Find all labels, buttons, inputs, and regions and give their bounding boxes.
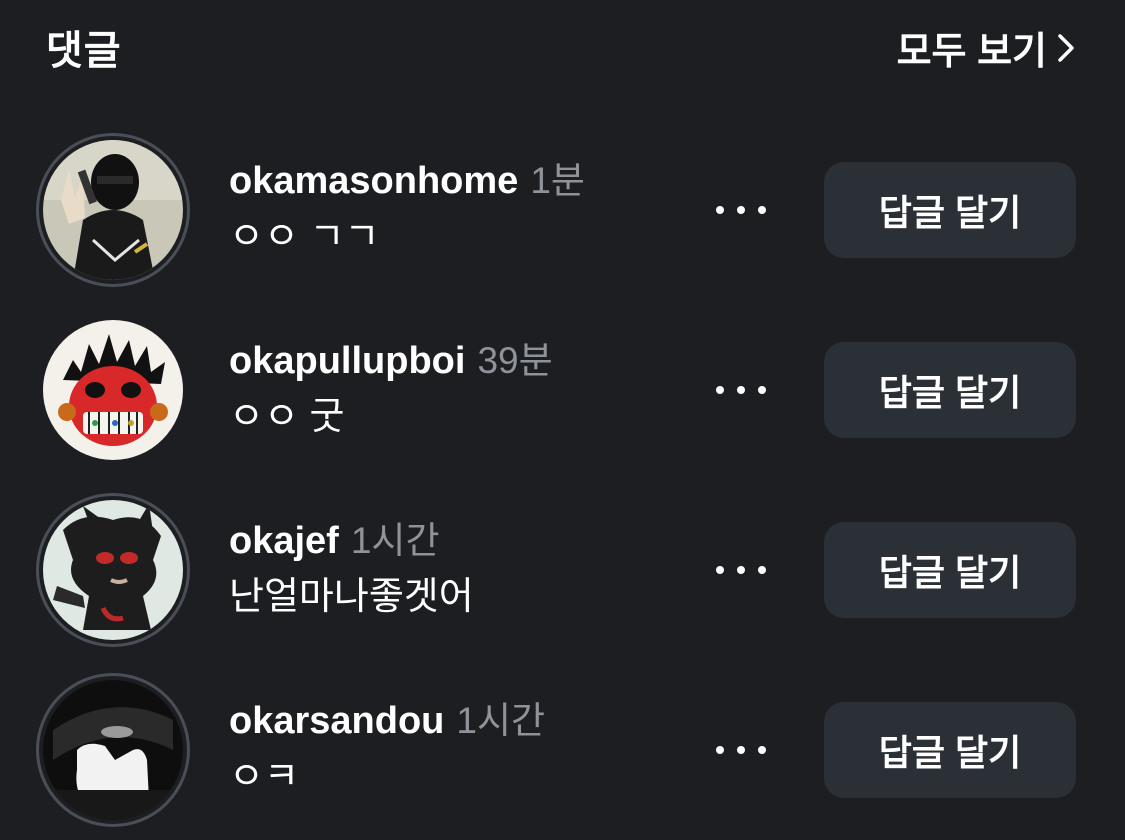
username[interactable]: okamasonhome bbox=[229, 160, 518, 202]
comment-time: 39분 bbox=[477, 340, 553, 381]
comment-time: 1분 bbox=[530, 160, 585, 201]
avatar[interactable] bbox=[36, 673, 190, 827]
comment-item: okamasonhome 1분 ㅇㅇ ㄱㄱ 답글 달기 bbox=[0, 130, 1125, 290]
section-title: 댓글 bbox=[46, 29, 122, 73]
reply-button[interactable]: 답글 달기 bbox=[824, 522, 1076, 618]
comment-meta: okapullupboi 39분 ㅇㅇ 굿 bbox=[229, 338, 553, 442]
comment-meta: okamasonhome 1분 ㅇㅇ ㄱㄱ bbox=[229, 158, 585, 262]
comment-text: ㅇㅋ bbox=[229, 756, 299, 798]
see-all-label: 모두 보기 bbox=[896, 31, 1047, 73]
more-horizontal-icon bbox=[716, 206, 724, 214]
comment-time: 1시간 bbox=[456, 700, 546, 741]
see-all-link[interactable]: 모두 보기 bbox=[897, 20, 1075, 75]
comment-text: ㅇㅇ 굿 bbox=[229, 396, 345, 438]
more-options-button[interactable] bbox=[712, 730, 770, 770]
avatar-image bbox=[43, 320, 183, 460]
more-horizontal-icon bbox=[716, 566, 724, 574]
comments-panel: 댓글 모두 보기 okamasonhome 1분 ㅇㅇ ㄱㄱ 답글 달기 oka… bbox=[0, 0, 1125, 840]
avatar[interactable] bbox=[36, 313, 190, 467]
avatar-image bbox=[43, 680, 183, 820]
more-options-button[interactable] bbox=[712, 190, 770, 230]
more-options-button[interactable] bbox=[712, 550, 770, 590]
username[interactable]: okajef bbox=[229, 520, 339, 562]
avatar-image bbox=[43, 140, 183, 280]
more-horizontal-icon bbox=[716, 746, 724, 754]
more-options-button[interactable] bbox=[712, 370, 770, 410]
comment-text: ㅇㅇ ㄱㄱ bbox=[229, 216, 380, 258]
reply-button[interactable]: 답글 달기 bbox=[824, 342, 1076, 438]
reply-button[interactable]: 답글 달기 bbox=[824, 702, 1076, 798]
comment-text: 난얼마나좋겟어 bbox=[229, 576, 474, 618]
comment-item: okajef 1시간 난얼마나좋겟어 답글 달기 bbox=[0, 490, 1125, 650]
reply-button[interactable]: 답글 달기 bbox=[824, 162, 1076, 258]
username[interactable]: okapullupboi bbox=[229, 340, 465, 382]
comment-time: 1시간 bbox=[350, 520, 440, 561]
avatar-image bbox=[43, 500, 183, 640]
comments-header: 댓글 모두 보기 bbox=[0, 0, 1125, 90]
more-horizontal-icon bbox=[716, 386, 724, 394]
comment-item: okapullupboi 39분 ㅇㅇ 굿 답글 달기 bbox=[0, 310, 1125, 470]
avatar[interactable] bbox=[36, 133, 190, 287]
comment-meta: okarsandou 1시간 ㅇㅋ bbox=[229, 698, 545, 802]
chevron-right-icon bbox=[1057, 33, 1075, 63]
comment-item: okarsandou 1시간 ㅇㅋ 답글 달기 bbox=[0, 670, 1125, 830]
comment-meta: okajef 1시간 난얼마나좋겟어 bbox=[229, 518, 474, 622]
username[interactable]: okarsandou bbox=[229, 700, 444, 742]
avatar[interactable] bbox=[36, 493, 190, 647]
